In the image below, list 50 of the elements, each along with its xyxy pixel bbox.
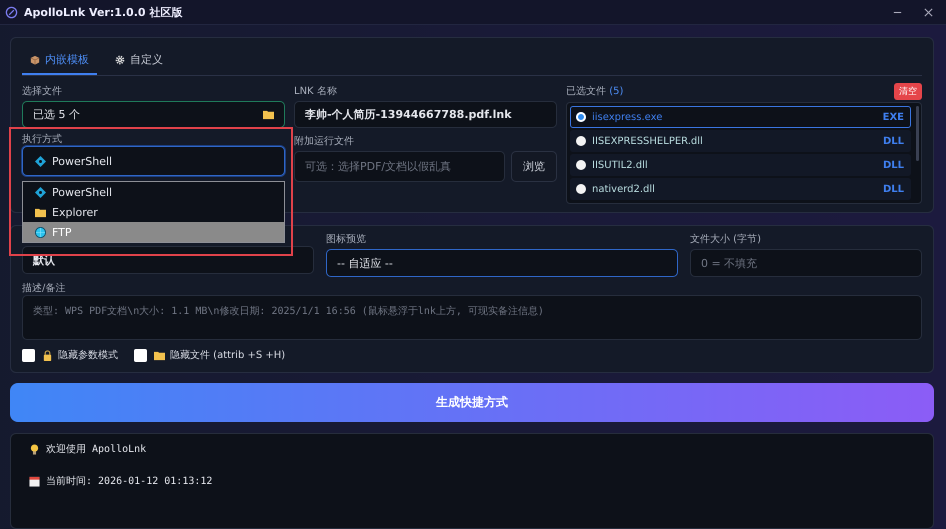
- lightbulb-icon: [29, 444, 40, 454]
- file-list-item[interactable]: IISUTIL2.dll DLL: [570, 154, 911, 176]
- diamond-icon: [35, 156, 46, 166]
- folder-icon: [35, 206, 46, 218]
- file-list-item[interactable]: nativerd2.dll DLL: [570, 178, 911, 200]
- field-label: 描述/备注: [22, 283, 66, 294]
- radio-button[interactable]: [576, 136, 586, 146]
- log-message: 欢迎使用 ApolloLnk: [46, 442, 146, 456]
- globe-icon: [35, 226, 46, 238]
- dropdown-option[interactable]: Explorer: [23, 202, 284, 222]
- checkbox-label: 隐藏文件 (attrib +S +H): [170, 348, 286, 362]
- calendar-icon: [29, 476, 40, 486]
- radio-button[interactable]: [576, 160, 586, 170]
- radio-button[interactable]: [576, 112, 586, 122]
- checkbox[interactable]: [22, 348, 35, 362]
- field-label: LNK 名称: [294, 85, 338, 98]
- field-label: 已选文件 (5): [566, 84, 624, 98]
- generate-button[interactable]: 生成快捷方式: [10, 383, 934, 422]
- window-title: ApolloLnk Ver:1.0.0 社区版: [24, 4, 182, 20]
- tab[interactable]: 自定义: [107, 48, 171, 75]
- checkbox-label: 隐藏参数模式: [58, 348, 118, 362]
- file-list-item[interactable]: IISEXPRESSHELPER.dll DLL: [570, 130, 911, 152]
- box-icon: [30, 54, 40, 64]
- folder-icon: [263, 109, 274, 120]
- logo-icon: [5, 6, 18, 18]
- execution-mode-select[interactable]: PowerShell: [22, 146, 285, 176]
- close-icon[interactable]: [923, 6, 934, 18]
- field-label: 附加运行文件: [294, 134, 355, 148]
- description-field[interactable]: 类型: WPS PDF文档\n大小: 1.1 MB\n修改日期: 2025/1/1 16:56 (鼠标悬浮于lnk上方, 可现实备注信息): [22, 295, 922, 340]
- attach-file-field[interactable]: 可选：选择PDF/文档以假乱真: [294, 151, 505, 182]
- diamond-icon: [35, 186, 46, 198]
- file-list-item[interactable]: iisexpress.exe EXE: [570, 106, 911, 128]
- checkbox[interactable]: [134, 348, 147, 362]
- lock-icon: [42, 350, 53, 360]
- file-select-field[interactable]: 已选 5 个: [22, 101, 285, 128]
- dropdown-option[interactable]: PowerShell: [23, 182, 284, 202]
- file-size-field[interactable]: 0 = 不填充: [690, 249, 922, 277]
- field-label: 执行方式: [22, 134, 62, 145]
- field-label: 图标预览: [326, 232, 367, 246]
- folder-icon: [154, 350, 165, 360]
- icon-preview-select[interactable]: -- 自适应 --: [326, 249, 678, 277]
- browse-button[interactable]: 浏览: [511, 151, 557, 182]
- lnk-name-field[interactable]: 李帅-个人简历-13944667788.pdf.lnk: [294, 101, 557, 128]
- field-label: 选择文件: [22, 84, 63, 98]
- gear-icon: [115, 54, 125, 64]
- log-message: 当前时间: 2026-01-12 01:13:12: [46, 474, 212, 488]
- tab[interactable]: 内嵌模板: [22, 48, 97, 75]
- field-label: 文件大小 (字节): [690, 232, 762, 246]
- radio-button[interactable]: [576, 184, 586, 194]
- clear-button[interactable]: 清空: [894, 83, 922, 100]
